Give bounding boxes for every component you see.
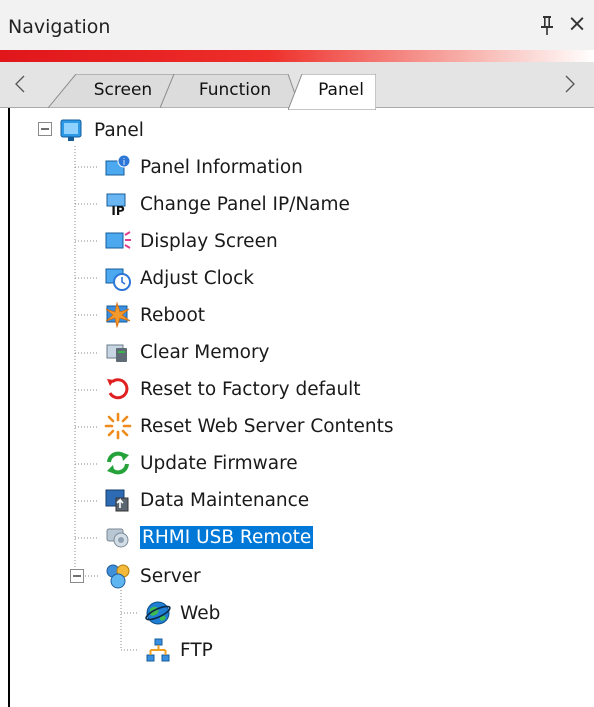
tree-item-label: Panel Information — [140, 156, 303, 178]
ip-icon: IP — [106, 193, 126, 218]
tree-item-label: FTP — [180, 639, 213, 661]
tree-root-label: Panel — [94, 119, 144, 141]
navigation-panel: Navigation × Screen Function Panel Panel… — [0, 0, 594, 707]
tree-item-change-panel-ip-name[interactable]: IP Change Panel IP/Name — [104, 188, 350, 220]
tab-function[interactable]: Function — [160, 74, 300, 108]
tab-panel-label: Panel — [318, 80, 364, 100]
tree-item-label-selected: RHMI USB Remote — [140, 525, 314, 549]
title-bar: Navigation × — [0, 0, 594, 50]
tree-item-label: Reset to Factory default — [140, 378, 361, 400]
tree-item-label: Display Screen — [140, 230, 278, 252]
tree-item-update-firmware[interactable]: Update Firmware — [104, 447, 298, 479]
tree-item-clear-memory[interactable]: Clear Memory — [104, 336, 270, 368]
tree-item-ftp[interactable]: FTP — [144, 634, 213, 666]
accent-bar — [0, 50, 594, 62]
tab-panel[interactable]: Panel — [288, 74, 376, 110]
panel-info-icon: i — [105, 154, 131, 176]
usb-remote-icon — [106, 528, 129, 548]
tree-item-reset-factory-default[interactable]: Reset to Factory default — [104, 373, 361, 405]
expand-collapse-panel-icon[interactable] — [38, 122, 52, 136]
network-icon — [146, 638, 170, 662]
close-icon[interactable]: × — [566, 12, 588, 36]
tree-item-web[interactable]: Web — [144, 597, 220, 629]
tree-item-adjust-clock[interactable]: Adjust Clock — [104, 262, 254, 294]
scroll-right-icon[interactable] — [564, 74, 576, 94]
svg-text:i: i — [123, 158, 126, 168]
tree-item-reboot[interactable]: Reboot — [104, 299, 205, 331]
reboot-icon — [105, 301, 131, 329]
clear-memory-icon — [106, 344, 127, 362]
tab-screen[interactable]: Screen — [48, 74, 174, 108]
tab-strip: Screen Function Panel — [0, 62, 594, 110]
panel-title: Navigation — [8, 16, 111, 38]
tree-item-label: Server — [140, 565, 201, 587]
tree-item-label: Change Panel IP/Name — [140, 193, 350, 215]
refresh-icon — [107, 451, 129, 475]
globe-icon — [145, 601, 171, 625]
server-icon — [106, 564, 130, 589]
tree-item-display-screen[interactable]: Display Screen — [104, 225, 278, 257]
tree-item-panel-information[interactable]: i Panel Information — [104, 151, 303, 183]
tree-item-label: Adjust Clock — [140, 267, 254, 289]
data-maintenance-icon — [105, 489, 129, 512]
monitor-icon — [60, 119, 82, 141]
tree-item-data-maintenance[interactable]: Data Maintenance — [104, 484, 309, 516]
pin-icon[interactable] — [538, 14, 556, 36]
tab-screen-label: Screen — [93, 80, 153, 100]
reset-icon — [107, 378, 129, 400]
tree-item-label: Reboot — [140, 304, 206, 326]
burst-icon — [104, 412, 132, 440]
display-screen-icon — [105, 231, 131, 249]
clock-icon — [105, 268, 131, 291]
tree-item-rhmi-usb-remote[interactable]: RHMI USB Remote — [104, 521, 314, 553]
tree-item-server[interactable]: Server — [104, 560, 201, 592]
tree-item-label: Web — [180, 602, 221, 624]
svg-text:IP: IP — [111, 204, 124, 218]
tree-item-reset-web-server-contents[interactable]: Reset Web Server Contents — [104, 410, 394, 442]
tree-root-panel[interactable]: Panel — [58, 114, 144, 146]
tree-item-label: Reset Web Server Contents — [140, 415, 394, 437]
scroll-left-icon[interactable] — [14, 74, 26, 94]
tab-function-label: Function — [198, 80, 272, 100]
tree-item-label: Update Firmware — [140, 452, 298, 474]
tree-item-label: Clear Memory — [140, 341, 270, 363]
panel-tree: Panel i Panel Information IP Change Pane… — [8, 108, 594, 707]
tree-item-label: Data Maintenance — [140, 489, 310, 511]
expand-collapse-server-icon[interactable] — [70, 569, 84, 583]
